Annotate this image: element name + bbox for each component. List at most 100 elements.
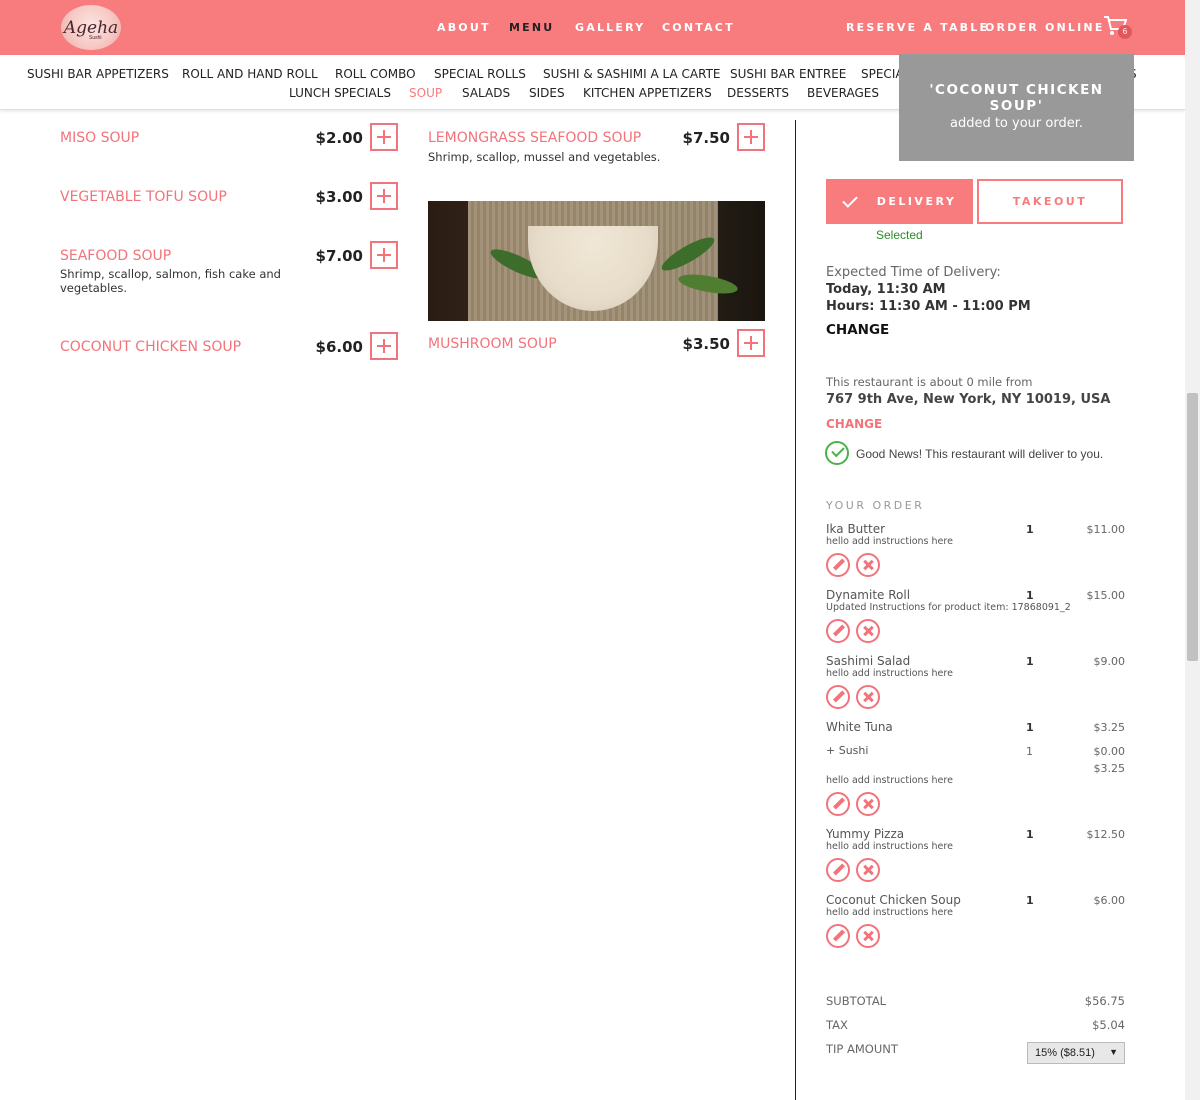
order-item-price: $3.25 — [1093, 721, 1126, 734]
nav-contact[interactable]: CONTACT — [662, 21, 735, 34]
delivery-address: 767 9th Ave, New York, NY 10019, USA — [826, 392, 1111, 407]
scrollbar-thumb[interactable] — [1187, 393, 1198, 661]
order-item-option-qty: 1 — [1026, 745, 1033, 758]
menu-item-description: Shrimp, scallop, mussel and vegetables. — [428, 150, 661, 164]
tax-label: TAX — [826, 1018, 848, 1032]
your-order-heading: YOUR ORDER — [826, 499, 925, 512]
delivery-available-message: Good News! This restaurant will deliver … — [856, 447, 1104, 461]
order-item-name: Dynamite Roll — [826, 588, 911, 602]
cart-count-badge: 6 — [1118, 25, 1132, 39]
order-item-line-total: $3.25 — [1093, 762, 1126, 775]
order-item-note: hello add instructions here — [826, 668, 953, 679]
add-to-order-button[interactable] — [737, 329, 765, 357]
takeout-button[interactable]: TAKEOUT — [977, 179, 1123, 224]
order-item-qty: 1 — [1026, 589, 1034, 602]
add-to-order-button[interactable] — [370, 332, 398, 360]
category-lunch-specials[interactable]: LUNCH SPECIALS — [289, 86, 391, 100]
tip-selected-value: 15% ($8.51) — [1035, 1047, 1095, 1059]
order-item-price: $9.00 — [1093, 655, 1126, 668]
order-item-name: Sashimi Salad — [826, 654, 911, 668]
logo-sub: Sushi — [89, 35, 102, 41]
category-kitchen-appetizers[interactable]: KITCHEN APPETIZERS — [583, 86, 712, 100]
dropdown-arrow-icon: ▼ — [1109, 1047, 1118, 1057]
mushroom-soup-photo — [428, 201, 765, 321]
category-salads[interactable]: SALADS — [462, 86, 510, 100]
category-roll-and-hand-roll[interactable]: ROLL AND HAND ROLL — [182, 67, 318, 81]
order-item-price: $12.50 — [1086, 828, 1126, 841]
order-item-option: + Sushi — [826, 744, 869, 757]
order-item-qty: 1 — [1026, 655, 1034, 668]
nav-menu[interactable]: MENU — [509, 21, 554, 34]
nav-gallery[interactable]: GALLERY — [575, 21, 645, 34]
distance-text: This restaurant is about 0 mile from — [826, 375, 1033, 389]
menu-item-price: $3.00 — [315, 188, 363, 206]
order-item-option-price: $0.00 — [1093, 745, 1126, 758]
expected-time: Today, 11:30 AM — [826, 282, 946, 297]
order-item-price: $15.00 — [1086, 589, 1126, 602]
subtotal-label: SUBTOTAL — [826, 994, 887, 1008]
remove-x-icon[interactable] — [856, 685, 880, 709]
remove-x-icon[interactable] — [856, 924, 880, 948]
menu-item-price: $7.00 — [315, 247, 363, 265]
order-item-note: hello add instructions here — [826, 536, 953, 547]
remove-x-icon[interactable] — [856, 792, 880, 816]
menu-item-name[interactable]: MUSHROOM SOUP — [428, 336, 557, 352]
order-item-qty: 1 — [1026, 894, 1034, 907]
menu-item-name[interactable]: SEAFOOD SOUP — [60, 248, 171, 264]
opening-hours: Hours: 11:30 AM - 11:00 PM — [826, 299, 1031, 314]
reserve-table-link[interactable]: RESERVE A TABLE — [846, 21, 989, 34]
add-to-order-button[interactable] — [370, 182, 398, 210]
order-item-name: Yummy Pizza — [826, 827, 905, 841]
order-item-note: hello add instructions here — [826, 841, 953, 852]
category-soup[interactable]: SOUP — [409, 86, 442, 100]
order-item-name: White Tuna — [826, 720, 893, 734]
add-to-order-button[interactable] — [737, 123, 765, 151]
delivery-button[interactable]: DELIVERY — [826, 179, 973, 224]
toast-title: 'COCONUT CHICKEN SOUP' — [929, 82, 1104, 114]
remove-x-icon[interactable] — [856, 553, 880, 577]
edit-pencil-icon[interactable] — [826, 619, 850, 643]
add-to-order-button[interactable] — [370, 241, 398, 269]
remove-x-icon[interactable] — [856, 619, 880, 643]
order-item-qty: 1 — [1026, 828, 1034, 841]
menu-item-name[interactable]: LEMONGRASS SEAFOOD SOUP — [428, 130, 641, 146]
edit-pencil-icon[interactable] — [826, 924, 850, 948]
delivery-label: DELIVERY — [876, 195, 957, 208]
added-to-order-toast: 'COCONUT CHICKEN SOUP' added to your ord… — [899, 54, 1134, 161]
takeout-label: TAKEOUT — [1012, 195, 1088, 208]
menu-item-description: Shrimp, scallop, salmon, fish cake and v… — [60, 267, 281, 295]
tax-value: $5.04 — [1092, 1018, 1125, 1032]
order-online-link[interactable]: ORDER ONLINE — [985, 21, 1105, 34]
nav-about[interactable]: ABOUT — [437, 21, 491, 34]
subtotal-value: $56.75 — [1084, 994, 1125, 1008]
category-sushi-sashimi[interactable]: SUSHI & SASHIMI A LA CARTE — [543, 67, 720, 81]
order-item-price: $6.00 — [1093, 894, 1126, 907]
change-time-link[interactable]: CHANGE — [826, 322, 889, 338]
menu-item-price: $3.50 — [682, 335, 730, 353]
category-roll-combo[interactable]: ROLL COMBO — [335, 67, 416, 81]
category-sushi-bar-entree[interactable]: SUSHI BAR ENTREE — [730, 67, 846, 81]
remove-x-icon[interactable] — [856, 858, 880, 882]
order-item-note: Updated Instructions for product item: 1… — [826, 602, 1071, 613]
logo[interactable]: Ageha Sushi — [61, 5, 121, 50]
category-special-rolls[interactable]: SPECIAL ROLLS — [434, 67, 526, 81]
category-desserts[interactable]: DESSERTS — [727, 86, 789, 100]
menu-item-price: $2.00 — [315, 129, 363, 147]
check-circle-icon — [825, 441, 849, 465]
edit-pencil-icon[interactable] — [826, 858, 850, 882]
category-sides[interactable]: SIDES — [529, 86, 565, 100]
order-item-name: Coconut Chicken Soup — [826, 893, 961, 907]
menu-item-name[interactable]: COCONUT CHICKEN SOUP — [60, 339, 241, 355]
change-address-link[interactable]: CHANGE — [826, 417, 882, 431]
category-special-partial[interactable]: SPECIA — [861, 67, 904, 81]
selected-note: Selected — [876, 228, 923, 242]
add-to-order-button[interactable] — [370, 123, 398, 151]
edit-pencil-icon[interactable] — [826, 553, 850, 577]
category-sushi-bar-appetizers[interactable]: SUSHI BAR APPETIZERS — [27, 67, 169, 81]
menu-item-name[interactable]: VEGETABLE TOFU SOUP — [60, 189, 227, 205]
edit-pencil-icon[interactable] — [826, 685, 850, 709]
tip-amount-select[interactable]: 15% ($8.51) ▼ — [1027, 1042, 1125, 1064]
menu-item-name[interactable]: MISO SOUP — [60, 130, 139, 146]
category-beverages[interactable]: BEVERAGES — [807, 86, 879, 100]
edit-pencil-icon[interactable] — [826, 792, 850, 816]
